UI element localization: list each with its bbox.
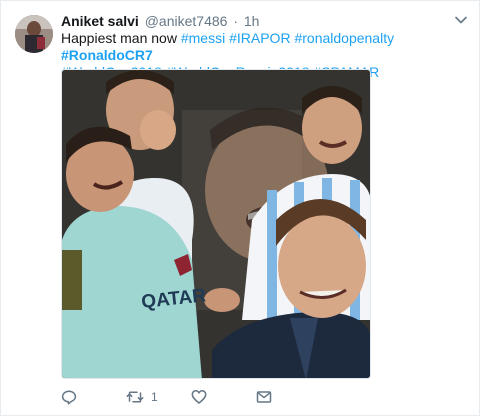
envelope-icon — [256, 391, 272, 403]
hashtag-link[interactable]: #ronaldopenalty — [294, 30, 394, 46]
author-handle[interactable]: @aniket7486 — [145, 13, 228, 29]
heart-icon — [191, 390, 207, 404]
reply-button[interactable] — [61, 389, 77, 405]
hashtag-link[interactable]: #messi — [181, 30, 225, 46]
retweet-count: 1 — [151, 390, 158, 404]
tweet-card[interactable]: Aniket salvi @aniket7486 · 1h Happiest m… — [0, 0, 480, 416]
avatar-image — [15, 15, 53, 53]
retweet-icon — [126, 391, 144, 403]
tweet-text-plain: Happiest man now — [61, 30, 181, 46]
author-name[interactable]: Aniket salvi — [61, 13, 139, 29]
tweet-media-image[interactable]: QATAR — [61, 69, 371, 379]
header-separator: · — [233, 13, 238, 29]
tweet-actions: 1 — [61, 389, 281, 407]
reply-icon — [61, 390, 77, 405]
retweet-button[interactable]: 1 — [126, 389, 158, 405]
tweet-header: Aniket salvi @aniket7486 · 1h — [61, 12, 259, 30]
like-button[interactable] — [191, 389, 207, 405]
timestamp[interactable]: 1h — [244, 13, 260, 29]
chevron-down-icon[interactable] — [454, 13, 468, 27]
direct-message-button[interactable] — [256, 389, 272, 405]
hashtag-link[interactable]: #RonaldoCR7 — [61, 47, 153, 63]
hashtag-link[interactable]: #IRAPOR — [229, 30, 290, 46]
avatar[interactable] — [15, 15, 53, 53]
